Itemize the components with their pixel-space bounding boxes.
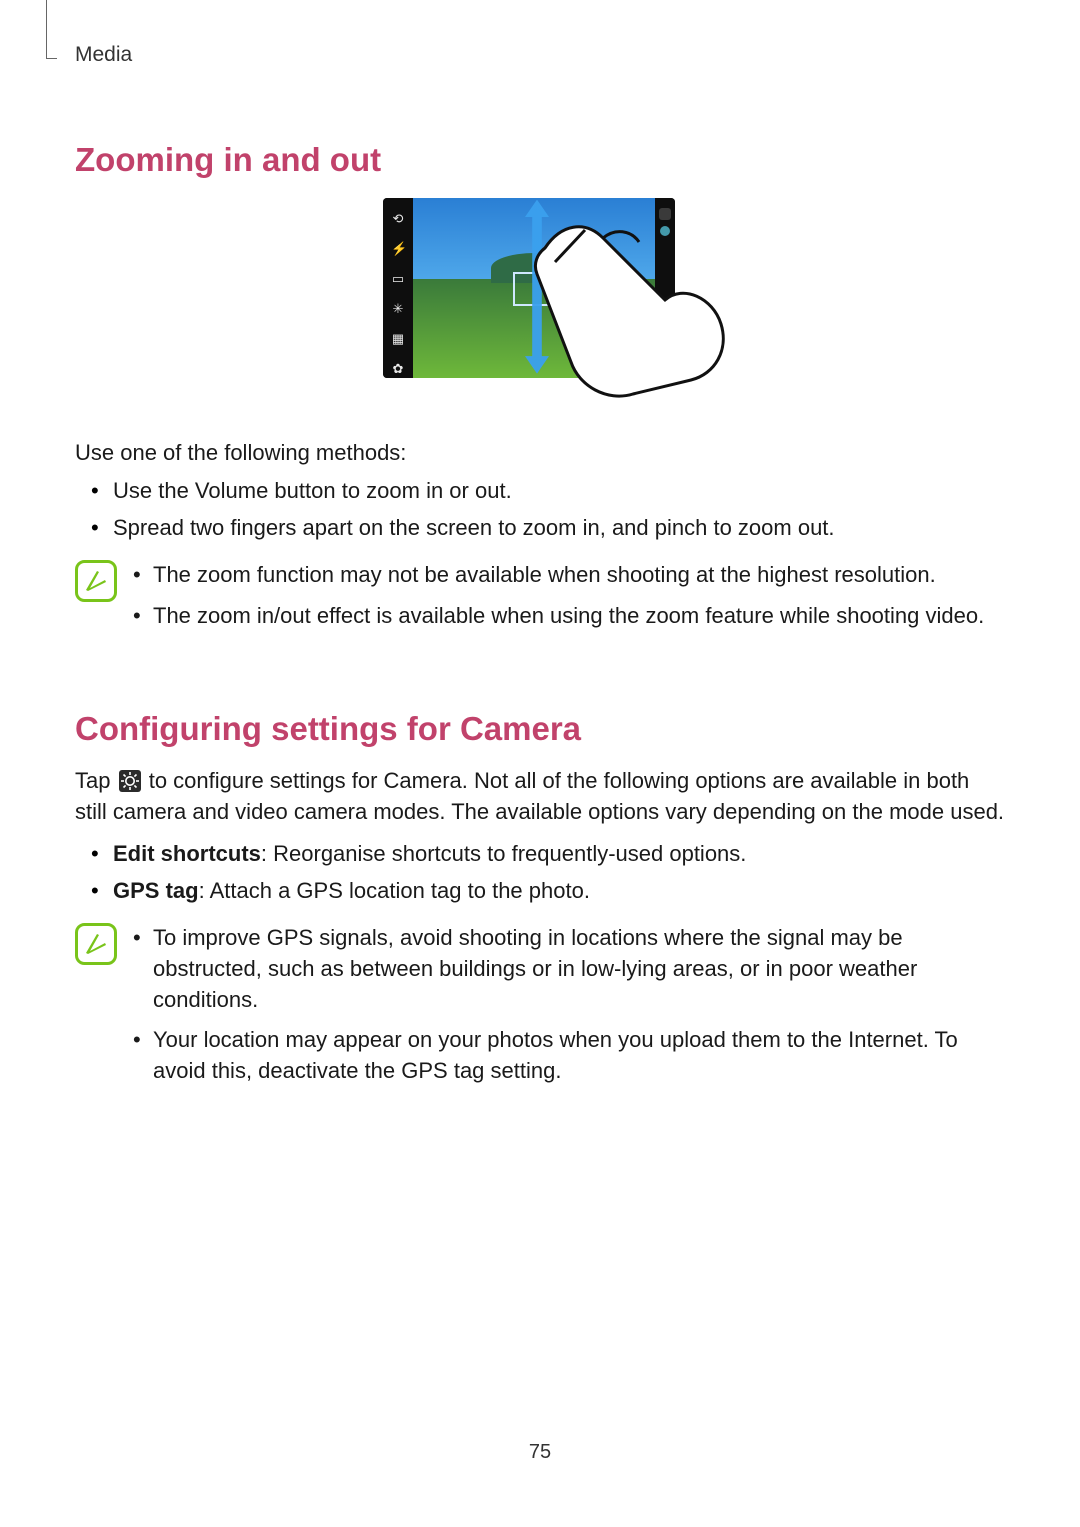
configure-options-list: Edit shortcuts: Reorganise shortcuts to … [75, 839, 1005, 907]
flash-icon: ⚡ [391, 242, 405, 256]
corner-rule [46, 0, 57, 59]
list-item: GPS tag: Attach a GPS location tag to th… [113, 876, 1005, 907]
note-icon [75, 560, 117, 602]
camera-right-toolbar [655, 198, 675, 378]
breadcrumb: Media [75, 40, 1005, 69]
list-item: Spread two fingers apart on the screen t… [113, 513, 1005, 544]
note-item: Your location may appear on your photos … [153, 1025, 1005, 1087]
camera-left-toolbar: ⟲ ⚡ ▭ ✳ ▦ ✿ [383, 198, 413, 378]
list-item: Edit shortcuts: Reorganise shortcuts to … [113, 839, 1005, 870]
record-icon [660, 226, 670, 236]
settings-gear-icon [119, 770, 141, 792]
heading-configuring: Configuring settings for Camera [75, 706, 1005, 752]
zoom-intro-text: Use one of the following methods: [75, 438, 1005, 469]
note-item: To improve GPS signals, avoid shooting i… [153, 923, 1005, 1015]
page-number: 75 [0, 1438, 1080, 1466]
heading-zooming: Zooming in and out [75, 137, 1005, 183]
list-item: Use the Volume button to zoom in or out. [113, 476, 1005, 507]
intro-suffix: to configure settings for Camera. Not al… [75, 768, 1004, 824]
note-item: The zoom function may not be available w… [153, 560, 1005, 591]
configure-intro: Tap to configure settings for Camera. No… [75, 766, 1005, 828]
camera-viewfinder [413, 198, 655, 378]
zoom-methods-list: Use the Volume button to zoom in or out.… [75, 476, 1005, 544]
intro-prefix: Tap [75, 768, 117, 793]
effect-icon: ✳ [391, 302, 405, 316]
option-label: Edit shortcuts [113, 841, 261, 866]
shutter-icon [659, 208, 671, 220]
option-text: : Attach a GPS location tag to the photo… [199, 878, 590, 903]
note-item: The zoom in/out effect is available when… [153, 601, 1005, 632]
gear-icon: ✿ [391, 362, 405, 376]
note-block-gps: To improve GPS signals, avoid shooting i… [75, 917, 1005, 1097]
switch-camera-icon: ⟲ [391, 212, 405, 226]
camera-ui: ⟲ ⚡ ▭ ✳ ▦ ✿ [383, 198, 675, 378]
note-icon [75, 923, 117, 965]
figure-zoom-gesture: ⟲ ⚡ ▭ ✳ ▦ ✿ [75, 198, 1005, 410]
option-label: GPS tag [113, 878, 199, 903]
note-block-zoom: The zoom function may not be available w… [75, 554, 1005, 642]
page: Media Zooming in and out ⟲ ⚡ ▭ ✳ ▦ ✿ [0, 0, 1080, 1097]
aspect-icon: ▭ [391, 272, 405, 286]
mode-icon: ▦ [391, 332, 405, 346]
option-text: : Reorganise shortcuts to frequently-use… [261, 841, 747, 866]
